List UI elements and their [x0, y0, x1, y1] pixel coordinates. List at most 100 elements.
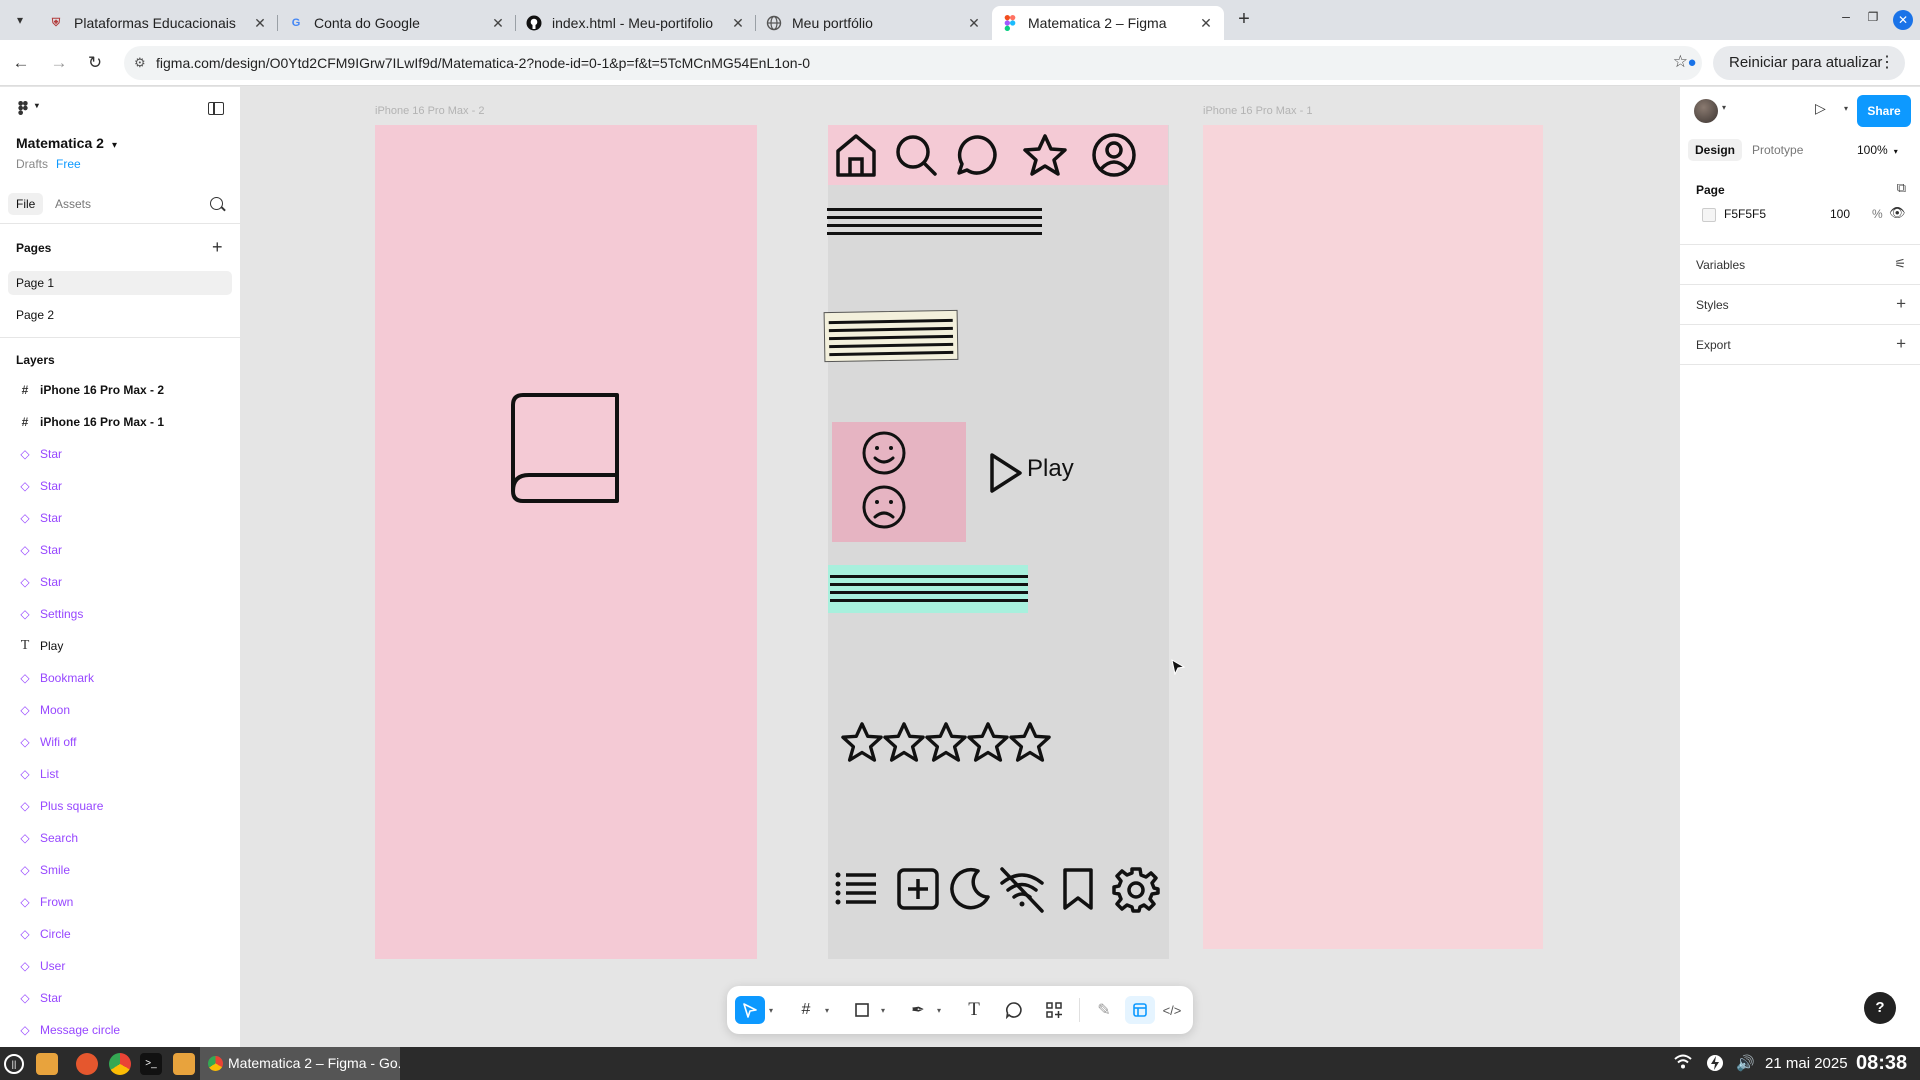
highlighted-text-block[interactable]	[828, 565, 1028, 613]
volume-icon[interactable]: 🔊	[1736, 1054, 1755, 1072]
wifi-off-icon[interactable]	[998, 865, 1046, 913]
layer-item[interactable]: ◇ User	[0, 953, 240, 979]
tab-assets[interactable]: Assets	[47, 193, 99, 215]
date-text[interactable]: 21 mai 2025	[1765, 1055, 1848, 1072]
add-export-plus-icon[interactable]: +	[1896, 334, 1906, 354]
color-swatch[interactable]	[1702, 208, 1716, 222]
layer-item[interactable]: ◇ Wifi off	[0, 729, 240, 755]
message-circle-icon[interactable]	[956, 133, 1000, 177]
layer-item[interactable]: ◇ Star	[0, 537, 240, 563]
chevron-down-icon[interactable]: ▾	[1722, 103, 1726, 112]
page-opacity-value[interactable]: 100	[1830, 207, 1850, 221]
play-text[interactable]: Play	[1027, 455, 1074, 483]
restore-icon[interactable]: ❐	[1862, 10, 1884, 24]
tab-search-chevron-icon[interactable]: ▾	[10, 10, 30, 30]
iphone-frame-1[interactable]	[1203, 125, 1543, 949]
dev-mode-code-icon[interactable]: </>	[1157, 996, 1187, 1024]
plus-square-icon[interactable]	[896, 867, 940, 911]
frame-tool-icon[interactable]: #	[791, 996, 821, 1024]
eye-icon[interactable]: 👁	[1889, 205, 1906, 221]
design-mode-icon[interactable]	[1125, 996, 1155, 1024]
plan-badge[interactable]: Free	[56, 157, 81, 171]
frame-label[interactable]: iPhone 16 Pro Max - 2	[375, 105, 484, 117]
variables-section[interactable]: Variables ⚟	[1680, 245, 1920, 285]
star-icon[interactable]	[882, 721, 926, 763]
chevron-down-icon[interactable]: ▾	[881, 1006, 885, 1015]
layer-item[interactable]: ◇ Bookmark	[0, 665, 240, 691]
browser-tab-active[interactable]: Matematica 2 – Figma ✕	[992, 6, 1224, 40]
moon-icon[interactable]	[948, 867, 992, 911]
add-style-plus-icon[interactable]: +	[1896, 294, 1906, 314]
close-tab-icon[interactable]: ✕	[730, 15, 746, 32]
text-lines-placeholder[interactable]	[827, 208, 1042, 238]
prototype-frame[interactable]: Play	[823, 125, 1169, 959]
share-button[interactable]: Share	[1857, 95, 1911, 127]
layer-item[interactable]: ◇ Smile	[0, 857, 240, 883]
layer-item[interactable]: ◇ Message circle	[0, 1017, 240, 1043]
close-tab-icon[interactable]: ✕	[252, 15, 268, 32]
site-settings-icon[interactable]: ⚙	[134, 55, 146, 71]
browser-tab[interactable]: G Conta do Google ✕	[278, 6, 516, 40]
browser-tab[interactable]: index.html - Meu-portifolio ✕	[516, 6, 756, 40]
file-name[interactable]: Matematica 2 ▾	[16, 135, 117, 151]
folder-icon[interactable]	[173, 1053, 195, 1075]
smile-icon[interactable]	[861, 430, 907, 476]
tab-prototype[interactable]: Prototype	[1745, 139, 1810, 161]
tab-design[interactable]: Design	[1688, 139, 1743, 161]
wifi-icon[interactable]	[1674, 1054, 1692, 1074]
settings-icon[interactable]	[1112, 865, 1160, 913]
move-tool-icon[interactable]	[735, 996, 765, 1024]
local-styles-icon[interactable]: ⧉	[1897, 180, 1906, 196]
layer-item[interactable]: ◇ Frown	[0, 889, 240, 915]
iphone-frame-2[interactable]	[375, 125, 757, 959]
layer-item[interactable]: ◇ Star	[0, 473, 240, 499]
star-icon[interactable]	[924, 721, 968, 763]
book-icon[interactable]	[503, 391, 621, 505]
star-icon[interactable]	[966, 721, 1010, 763]
user-circle-icon[interactable]	[1090, 131, 1138, 179]
search-icon[interactable]	[894, 133, 938, 177]
layer-item[interactable]: ◇ Star	[0, 985, 240, 1011]
power-icon[interactable]	[1706, 1054, 1724, 1076]
layer-item[interactable]: ◇ Settings	[0, 601, 240, 627]
page-item[interactable]: Page 2	[8, 303, 232, 327]
forward-arrow-icon[interactable]: →	[48, 52, 70, 74]
browser-tab[interactable]: ⛨ Plataformas Educacionais ✕	[38, 6, 278, 40]
files-folder-icon[interactable]	[36, 1053, 58, 1075]
layer-item[interactable]: ◇ Moon	[0, 697, 240, 723]
chrome-icon[interactable]	[109, 1053, 131, 1075]
back-arrow-icon[interactable]: ←	[10, 52, 32, 74]
figma-main-menu-icon[interactable]: ▾	[18, 101, 39, 118]
terminal-icon[interactable]: >_	[140, 1053, 162, 1075]
layer-item[interactable]: # iPhone 16 Pro Max - 2	[0, 377, 240, 403]
layer-item[interactable]: ◇ Star	[0, 569, 240, 595]
list-icon[interactable]	[834, 869, 878, 909]
tab-file[interactable]: File	[8, 193, 44, 215]
layer-item[interactable]: ◇ List	[0, 761, 240, 787]
layer-item[interactable]: ◇ Circle	[0, 921, 240, 947]
page-color-hex[interactable]: F5F5F5	[1724, 207, 1766, 221]
layer-item[interactable]: ◇ Star	[0, 441, 240, 467]
star-icon[interactable]	[1008, 721, 1052, 763]
add-page-plus-icon[interactable]: +	[212, 238, 223, 256]
page-background-row[interactable]: F5F5F5 100 % 👁	[1694, 203, 1906, 227]
minimize-icon[interactable]: –	[1835, 8, 1857, 24]
restart-update-button[interactable]: Reiniciar para atualizar ⋮	[1713, 46, 1905, 80]
play-icon[interactable]	[988, 451, 1024, 495]
home-icon[interactable]	[834, 131, 878, 179]
rectangle-tool-icon[interactable]	[847, 996, 877, 1024]
text-card-placeholder[interactable]	[823, 309, 959, 363]
actions-tool-icon[interactable]	[1039, 996, 1069, 1024]
page-item[interactable]: Page 1	[8, 271, 232, 295]
close-window-icon[interactable]: ✕	[1893, 10, 1913, 30]
chevron-down-icon[interactable]: ▾	[937, 1006, 941, 1015]
frown-icon[interactable]	[861, 484, 907, 530]
browser-tab[interactable]: Meu portfólio ✕	[756, 6, 992, 40]
launcher-icon[interactable]: ||	[4, 1054, 24, 1074]
star-icon[interactable]	[1022, 133, 1068, 177]
kebab-menu-icon[interactable]: ⋮	[1879, 46, 1895, 80]
close-tab-icon[interactable]: ✕	[966, 15, 982, 32]
search-icon[interactable]	[210, 197, 223, 210]
variables-adjust-icon[interactable]: ⚟	[1894, 256, 1906, 272]
zoom-level[interactable]: 100% ▾	[1857, 143, 1898, 157]
